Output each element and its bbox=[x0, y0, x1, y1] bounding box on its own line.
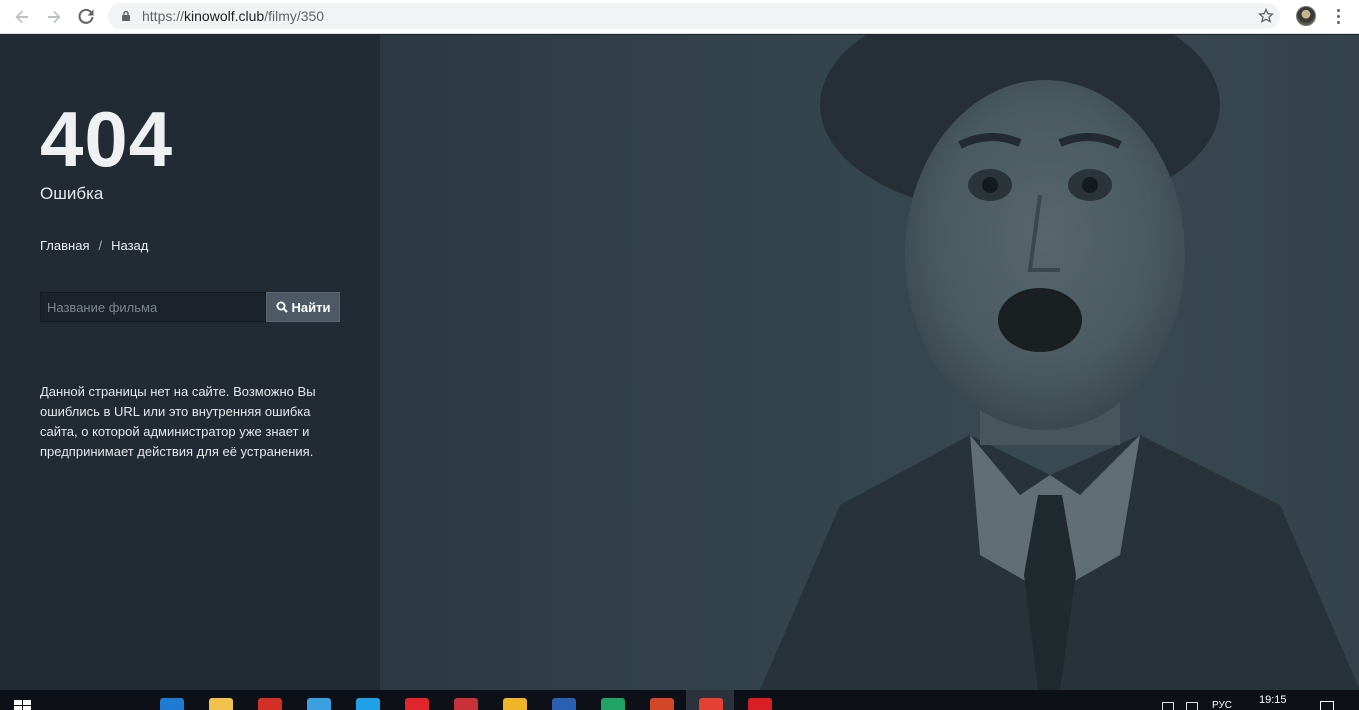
volume-icon[interactable] bbox=[1186, 702, 1198, 710]
excel-icon[interactable] bbox=[601, 698, 625, 710]
surprised-man-illustration bbox=[760, 35, 1359, 690]
chrome-icon[interactable] bbox=[699, 698, 723, 710]
error-label: Ошибка bbox=[40, 184, 104, 203]
edge-icon[interactable] bbox=[160, 698, 184, 710]
arrow-left-icon bbox=[15, 10, 28, 23]
language-indicator[interactable]: РУС bbox=[1212, 700, 1232, 710]
explorer-icon[interactable] bbox=[209, 698, 233, 710]
hero-image bbox=[380, 35, 1359, 690]
reload-button[interactable] bbox=[70, 1, 102, 33]
windows-taskbar: РУС 19:15 bbox=[0, 690, 1359, 710]
settings-app-icon[interactable] bbox=[258, 698, 282, 710]
url-host: kinowolf.club bbox=[184, 8, 265, 24]
browser-menu-button[interactable] bbox=[1330, 6, 1346, 26]
search-button[interactable]: Найти bbox=[266, 292, 340, 322]
back-button[interactable] bbox=[6, 1, 38, 33]
lock-icon bbox=[120, 10, 132, 22]
error-code: 404 bbox=[40, 95, 174, 183]
app-yellow-icon[interactable] bbox=[503, 698, 527, 710]
bookmark-star-icon[interactable] bbox=[1257, 7, 1275, 24]
home-link[interactable]: Главная bbox=[40, 238, 89, 253]
page-content: 404 Ошибка Главная / Назад Найти Данной … bbox=[0, 35, 1359, 690]
back-link[interactable]: Назад bbox=[111, 238, 148, 253]
url-text: https://kinowolf.club/filmy/350 bbox=[142, 8, 324, 24]
profile-avatar[interactable] bbox=[1296, 6, 1316, 26]
skype-icon[interactable] bbox=[356, 698, 380, 710]
reload-icon bbox=[78, 8, 94, 24]
movie-search-form: Найти bbox=[40, 292, 340, 322]
clock[interactable]: 19:15 bbox=[1259, 694, 1287, 706]
error-message: Данной страницы нет на сайте. Возможно В… bbox=[40, 384, 316, 459]
error-panel: 404 Ошибка Главная / Назад Найти Данной … bbox=[0, 35, 380, 690]
opera-icon[interactable] bbox=[405, 698, 429, 710]
address-bar[interactable]: https://kinowolf.club/filmy/350 bbox=[108, 3, 1280, 29]
app-red-icon[interactable] bbox=[454, 698, 478, 710]
notifications-icon[interactable] bbox=[1320, 701, 1334, 710]
url-scheme: https:// bbox=[142, 8, 185, 24]
breadcrumb-separator: / bbox=[98, 238, 103, 253]
browser-toolbar: https://kinowolf.club/filmy/350 bbox=[0, 0, 1359, 34]
app-5-icon[interactable] bbox=[748, 698, 772, 710]
app-x-icon[interactable] bbox=[307, 698, 331, 710]
forward-button[interactable] bbox=[38, 1, 70, 33]
search-button-label: Найти bbox=[291, 299, 331, 315]
word-icon[interactable] bbox=[552, 698, 576, 710]
url-path: /filmy/350 bbox=[264, 8, 325, 24]
breadcrumb: Главная / Назад bbox=[40, 238, 148, 253]
start-button[interactable] bbox=[14, 700, 32, 710]
powerpoint-icon[interactable] bbox=[650, 698, 674, 710]
movie-search-input[interactable] bbox=[40, 292, 266, 322]
network-icon[interactable] bbox=[1162, 702, 1174, 710]
arrow-right-icon bbox=[48, 10, 61, 23]
search-icon bbox=[276, 301, 288, 313]
